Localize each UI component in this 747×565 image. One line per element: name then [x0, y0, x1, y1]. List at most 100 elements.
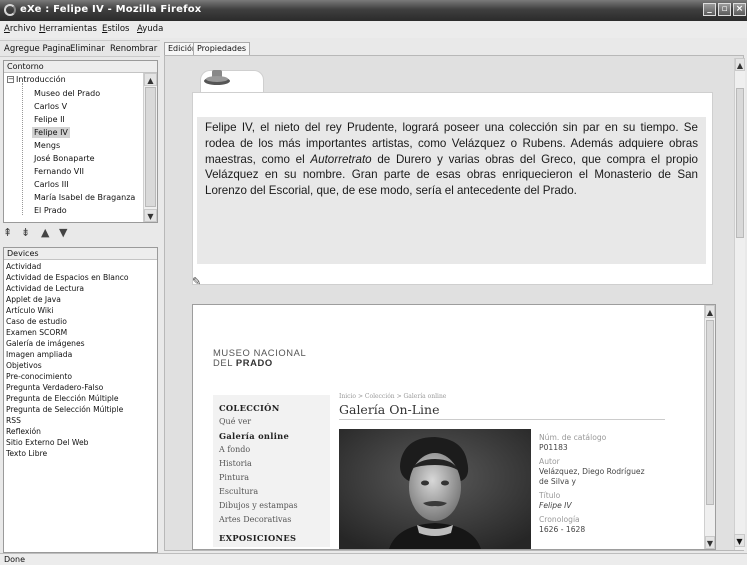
catalog-label: Núm. de catálogo — [539, 433, 607, 442]
tree-item-mengs[interactable]: Mengs — [32, 140, 62, 151]
title-divider — [339, 419, 665, 420]
device-item[interactable]: Applet de Java — [6, 295, 61, 305]
tree-connector — [22, 83, 23, 215]
nav-historia[interactable]: Historia — [219, 459, 252, 468]
editor-scrollbar[interactable]: ▲ — [734, 58, 745, 550]
scroll-up-icon[interactable]: ▲ — [735, 58, 745, 71]
maximize-button[interactable]: ▫ — [718, 3, 731, 16]
window-title: eXe : Felipe IV - Mozilla Firefox — [20, 4, 202, 15]
logo-prefix: DEL — [213, 357, 236, 368]
device-item[interactable]: Pregunta Verdadero-Falso — [6, 383, 103, 393]
device-item[interactable]: Texto Libre — [6, 449, 47, 459]
device-item[interactable]: Sitio Externo Del Web — [6, 438, 88, 448]
tree-item-jose-bonaparte[interactable]: José Bonaparte — [32, 153, 97, 164]
tab-propiedades[interactable]: Propiedades — [193, 42, 251, 55]
nav-que-ver[interactable]: Qué ver — [219, 417, 251, 426]
scroll-thumb[interactable] — [145, 87, 156, 207]
outline-panel: Contorno − Introducción Museo del Prado C… — [3, 60, 158, 223]
nav-artes-decorativas[interactable]: Artes Decorativas — [219, 515, 291, 524]
devices-header: Devices — [4, 248, 157, 260]
device-item[interactable]: Actividad de Espacios en Blanco — [6, 273, 129, 283]
device-item[interactable]: Artículo Wiki — [6, 306, 54, 316]
menu-archivo[interactable]: Archivo — [4, 24, 36, 34]
rename-button[interactable]: Renombrar — [110, 44, 157, 54]
scroll-up-icon[interactable]: ▲ — [144, 73, 157, 86]
title-value-text: Felipe IV — [539, 501, 572, 510]
device-item[interactable]: Objetivos — [6, 361, 42, 371]
external-web-frame: ▲ ▼ MUSEO NACIONAL DEL PRADO COLECCIÓN Q… — [192, 304, 716, 550]
device-item[interactable]: Pregunta de Selección Múltiple — [6, 405, 123, 415]
nav-exposiciones[interactable]: EXPOSICIONES — [219, 533, 296, 543]
move-up-icon[interactable]: ▲ — [41, 226, 49, 239]
status-text: Done — [4, 555, 26, 564]
menu-herramientas[interactable]: Herramientas — [39, 24, 97, 34]
title-value: Felipe IV — [539, 501, 572, 510]
device-item[interactable]: Caso de estudio — [6, 317, 67, 327]
page-title: Galería On-Line — [339, 402, 440, 417]
menubar: Archivo Herramientas Estilos Ayuda — [0, 21, 747, 38]
nav-dibujos[interactable]: Dibujos y estampas — [219, 501, 298, 510]
scroll-down-icon[interactable]: ▼ — [705, 536, 715, 549]
author-value-1[interactable]: Velázquez, Diego Rodríguez — [539, 467, 645, 476]
firefox-icon — [4, 4, 16, 16]
demote-icon[interactable]: ⇟ — [21, 226, 30, 239]
add-page-button[interactable]: Agregue Pagina — [4, 44, 71, 54]
breadcrumb[interactable]: Inicio > Colección > Galería online — [339, 393, 446, 400]
device-item[interactable]: Imagen ampliada — [6, 350, 72, 360]
tree-move-buttons: ⇞ ⇟ ▲ ▼ — [3, 226, 158, 240]
device-item[interactable]: RSS — [6, 416, 21, 426]
menu-ayuda[interactable]: Ayuda — [137, 24, 163, 34]
pencil-icon[interactable]: ✎ — [192, 275, 202, 288]
device-item[interactable]: Pre-conocimiento — [6, 372, 72, 382]
tree-item-felipe-ii[interactable]: Felipe II — [32, 114, 67, 125]
tree-root-label: Introducción — [16, 75, 66, 84]
artwork-image[interactable] — [339, 429, 531, 549]
tree-item-maria-isabel[interactable]: María Isabel de Braganza — [32, 192, 137, 203]
museum-logo-line2[interactable]: DEL PRADO — [213, 357, 273, 368]
promote-icon[interactable]: ⇞ — [3, 226, 12, 239]
menu-estilos[interactable]: Estilos — [102, 24, 130, 34]
tree-item-carlos-iii[interactable]: Carlos III — [32, 179, 71, 190]
author-value-2[interactable]: de Silva y — [539, 477, 576, 486]
scroll-thumb[interactable] — [736, 88, 744, 238]
device-item[interactable]: Actividad — [6, 262, 41, 272]
scroll-thumb[interactable] — [706, 320, 714, 505]
tree-item-felipe-iv[interactable]: Felipe IV — [32, 127, 70, 138]
scroll-down-icon[interactable]: ▼ — [144, 209, 157, 222]
tree-item-el-prado[interactable]: El Prado — [32, 205, 69, 216]
nav-coleccion[interactable]: COLECCIÓN — [219, 403, 280, 413]
idevice-icon — [204, 70, 230, 85]
statusbar: Done — [0, 553, 747, 565]
scroll-up-icon[interactable]: ▲ — [705, 305, 715, 318]
delete-button[interactable]: Eliminar — [70, 44, 105, 54]
nav-a-fondo[interactable]: A fondo — [219, 445, 250, 454]
nav-galeria-online[interactable]: Galería online — [219, 431, 289, 441]
frame-scrollbar[interactable]: ▲ ▼ — [704, 305, 715, 549]
device-item[interactable]: Reflexión — [6, 427, 41, 437]
logo-bold: PRADO — [235, 357, 273, 368]
window-titlebar: eXe : Felipe IV - Mozilla Firefox _ ▫ × — [0, 0, 747, 21]
device-item[interactable]: Examen SCORM — [6, 328, 67, 338]
nav-escultura[interactable]: Escultura — [219, 487, 258, 496]
museum-side-nav: COLECCIÓN Qué ver Galería online A fondo… — [213, 395, 330, 547]
device-item[interactable]: Actividad de Lectura — [6, 284, 84, 294]
chronology-label: Cronología — [539, 515, 580, 524]
device-item[interactable]: Pregunta de Elección Múltiple — [6, 394, 119, 404]
devices-panel: Devices Actividad Actividad de Espacios … — [3, 247, 158, 553]
author-label: Autor — [539, 457, 560, 466]
move-down-icon[interactable]: ▼ — [59, 226, 67, 239]
close-button[interactable]: × — [733, 3, 746, 16]
device-item[interactable]: Galería de imágenes — [6, 339, 85, 349]
outline-toolbar: Agregue Pagina Eliminar Renombrar — [0, 40, 160, 57]
outline-header: Contorno — [4, 61, 157, 73]
tree-item-museo-del-prado[interactable]: Museo del Prado — [32, 88, 102, 99]
outline-scrollbar[interactable]: ▲ ▼ — [143, 73, 157, 222]
minimize-button[interactable]: _ — [703, 3, 716, 16]
tree-item-fernando-vii[interactable]: Fernando VII — [32, 166, 86, 177]
scroll-down-icon[interactable]: ▼ — [734, 534, 745, 547]
collapse-icon[interactable]: − — [7, 76, 14, 83]
tree-root[interactable]: − Introducción — [7, 75, 66, 84]
title-label: Título — [539, 491, 561, 500]
tree-item-carlos-v[interactable]: Carlos V — [32, 101, 69, 112]
nav-pintura[interactable]: Pintura — [219, 473, 249, 482]
